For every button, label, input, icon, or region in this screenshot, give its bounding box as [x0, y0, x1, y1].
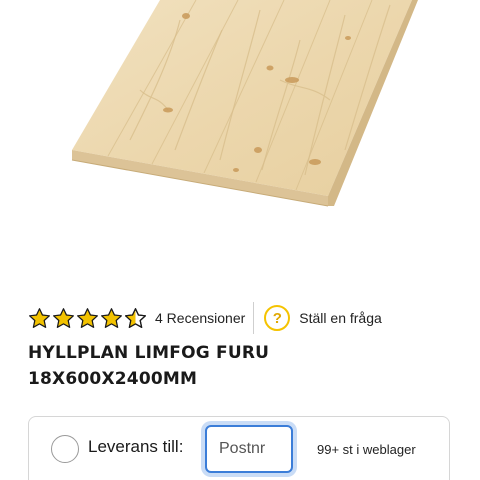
product-title: HYLLPLAN LIMFOG FURU 18X600X2400MM [28, 340, 269, 392]
star-icon [29, 307, 50, 328]
star-icon [53, 307, 74, 328]
star-rating[interactable] [28, 307, 147, 330]
ask-question-label: Ställ en fråga [299, 310, 382, 326]
half-star-icon [125, 307, 146, 328]
delivery-radio[interactable] [51, 435, 79, 463]
star-icon [101, 307, 122, 328]
pine-shelf-board-image [71, 0, 418, 207]
ask-question-button[interactable]: ? Ställ en fråga [264, 305, 382, 331]
star-icon [77, 307, 98, 328]
product-image[interactable] [0, 0, 480, 290]
rating-row: 4 Recensioner ? Ställ en fråga [28, 300, 382, 336]
postal-code-input[interactable] [205, 425, 293, 473]
delivery-label: Leverans till: [88, 437, 184, 456]
product-title-line1: HYLLPLAN LIMFOG FURU [28, 343, 270, 363]
divider [253, 302, 255, 334]
reviews-link[interactable]: 4 Recensioner [155, 310, 245, 326]
product-title-line2: 18X600X2400MM [28, 369, 198, 389]
question-icon: ? [264, 305, 291, 331]
web-stock-status: 99+ st i weblager [317, 442, 416, 457]
delivery-option-card: Leverans till: 99+ st i weblager [28, 416, 450, 480]
